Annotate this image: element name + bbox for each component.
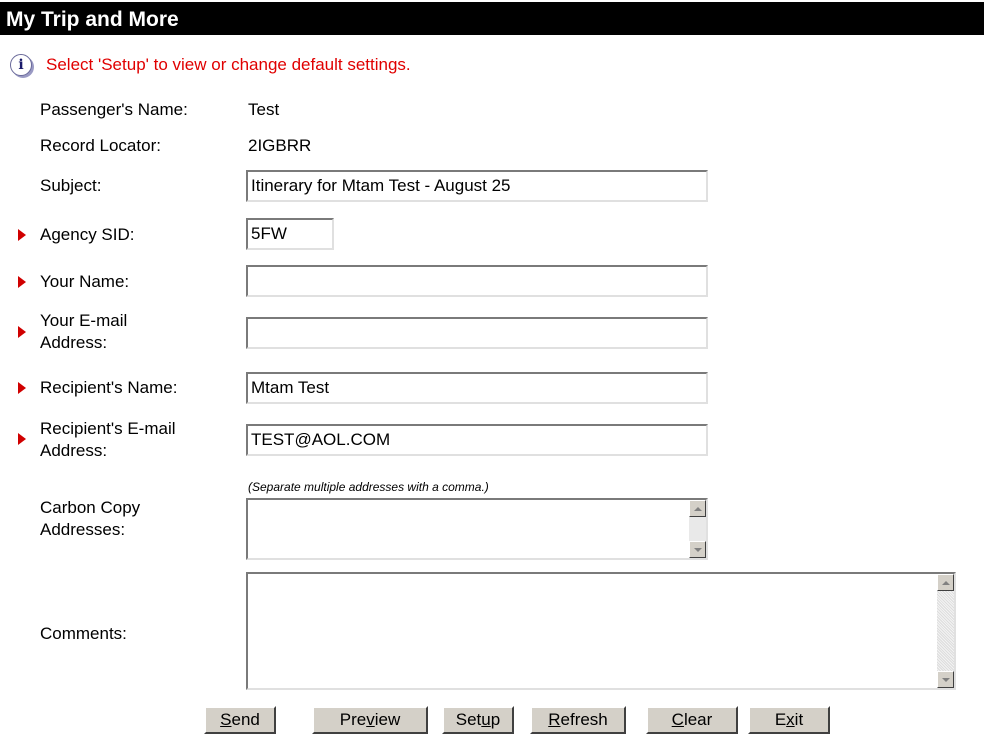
page-title: My Trip and More	[0, 0, 984, 35]
comments-textarea[interactable]	[246, 572, 956, 690]
subject-label: Subject:	[40, 176, 102, 195]
refresh-button[interactable]: Refresh	[530, 706, 626, 734]
comments-scrollbar[interactable]	[937, 574, 954, 688]
recipient-name-label: Recipient's Name:	[40, 378, 178, 397]
send-rest: end	[231, 710, 260, 729]
passenger-name-value: Test	[248, 100, 280, 119]
scroll-up-button[interactable]	[937, 574, 954, 591]
clear-button[interactable]: Clear	[646, 706, 738, 734]
arrow-down-icon	[693, 547, 702, 552]
cc-label-line1: Carbon Copy	[40, 498, 141, 517]
scroll-down-button[interactable]	[937, 671, 954, 688]
required-marker-icon	[18, 433, 26, 445]
exit-rest: it	[794, 710, 804, 729]
cc-label: Carbon Copy Addresses:	[40, 497, 140, 541]
recipient-email-label-line1: Recipient's E-mail	[40, 419, 176, 438]
recipient-email-label: Recipient's E-mail Address:	[40, 418, 176, 462]
preview-pre: Pre	[339, 710, 367, 729]
agency-sid-label: Agency SID:	[40, 225, 135, 244]
required-marker-icon	[18, 382, 26, 394]
required-marker-icon	[18, 229, 26, 241]
cc-textarea[interactable]	[246, 498, 708, 560]
info-message-row: i Select 'Setup' to view or change defau…	[10, 52, 411, 78]
arrow-down-icon	[941, 677, 950, 682]
your-email-label-line2: Address:	[40, 333, 108, 352]
your-name-label: Your Name:	[40, 272, 130, 291]
record-locator-label: Record Locator:	[40, 136, 161, 155]
refresh-accel: R	[548, 710, 561, 729]
required-marker-icon	[18, 326, 26, 338]
setup-button[interactable]: Setup	[442, 706, 514, 734]
cc-scrollbar[interactable]	[689, 500, 706, 558]
setup-accel: u	[481, 710, 491, 729]
your-email-label-line1: Your E-mail	[40, 311, 128, 330]
clear-accel: C	[671, 710, 684, 729]
recipient-email-label-line2: Address:	[40, 441, 108, 460]
arrow-up-icon	[941, 580, 950, 585]
your-email-input[interactable]	[246, 317, 708, 349]
subject-input[interactable]: Itinerary for Mtam Test - August 25	[246, 170, 708, 202]
exit-accel: x	[786, 710, 795, 729]
preview-button[interactable]: Preview	[312, 706, 428, 734]
preview-accel: v	[366, 710, 375, 729]
scrollbar-track[interactable]	[937, 591, 954, 671]
arrow-up-icon	[693, 506, 702, 511]
record-locator-value: 2IGBRR	[248, 136, 312, 155]
clear-rest: lear	[683, 710, 713, 729]
recipient-name-input[interactable]: Mtam Test	[246, 372, 708, 404]
cc-hint: (Separate multiple addresses with a comm…	[248, 480, 489, 494]
scroll-down-button[interactable]	[689, 541, 706, 558]
your-name-input[interactable]	[246, 265, 708, 297]
send-accel: S	[220, 710, 232, 729]
preview-rest: iew	[374, 710, 401, 729]
required-marker-icon	[18, 276, 26, 288]
recipient-email-input[interactable]: TEST@AOL.COM	[246, 424, 708, 456]
info-message: Select 'Setup' to view or change default…	[46, 55, 411, 74]
setup-rest: p	[490, 710, 501, 729]
passenger-name-label: Passenger's Name:	[40, 100, 188, 119]
refresh-rest: efresh	[560, 710, 608, 729]
exit-pre: E	[774, 710, 787, 729]
exit-button[interactable]: Exit	[748, 706, 830, 734]
your-email-label: Your E-mail Address:	[40, 310, 127, 354]
send-button[interactable]: Send	[204, 706, 276, 734]
cc-label-line2: Addresses:	[40, 520, 126, 539]
comments-label: Comments:	[40, 624, 127, 643]
info-icon: i	[10, 54, 32, 76]
scroll-up-button[interactable]	[689, 500, 706, 517]
setup-pre: Set	[455, 710, 482, 729]
agency-sid-input[interactable]: 5FW	[246, 218, 334, 250]
